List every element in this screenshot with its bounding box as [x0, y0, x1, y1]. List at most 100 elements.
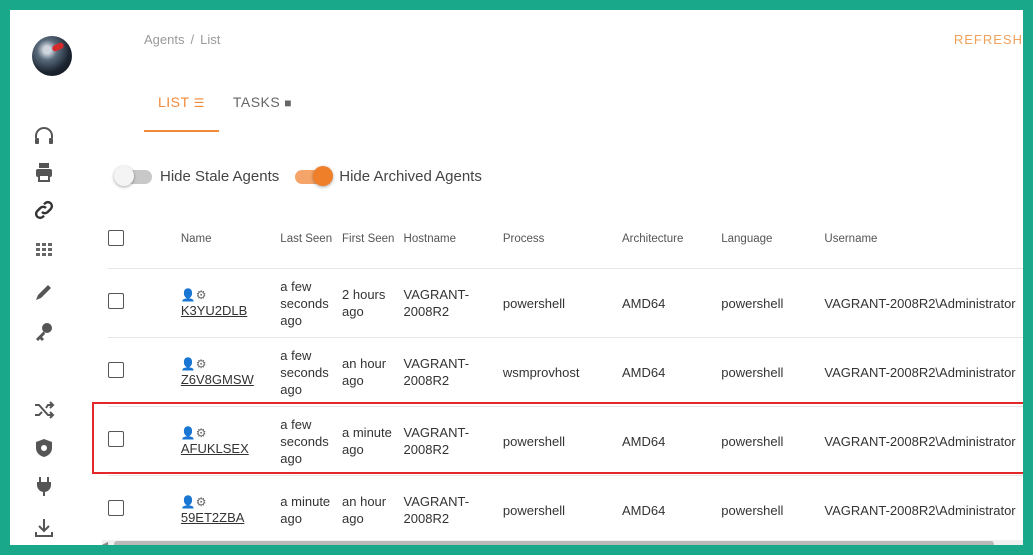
agent-user-icon: 👤⚙ [180, 494, 207, 509]
language-cell: powershell [721, 337, 825, 407]
shield-icon[interactable] [30, 434, 58, 462]
row-checkbox[interactable] [108, 431, 124, 447]
architecture-cell: AMD64 [622, 475, 722, 544]
agent-name-link[interactable]: AFUKLSEX [181, 441, 249, 456]
hide-stale-label: Hide Stale Agents [160, 168, 280, 185]
agent-name-link[interactable]: K3YU2DLB [181, 303, 247, 318]
link-icon[interactable] [30, 196, 58, 224]
agent-name-cell: 👤⚙ AFUKLSEX [180, 406, 281, 476]
username-cell: VAGRANT-2008R2\Administrator [824, 406, 1023, 476]
key-icon[interactable] [30, 318, 58, 346]
toggle-knob [114, 165, 134, 186]
username-cell: VAGRANT-2008R2\Administrator [824, 337, 1023, 407]
agent-name-cell: 👤⚙ Z6V8GMSW [180, 337, 281, 407]
column-header-language[interactable]: Language [721, 210, 824, 269]
pencil-icon[interactable] [30, 278, 58, 306]
process-cell: powershell [502, 268, 622, 338]
hide-archived-toggle[interactable] [295, 165, 334, 186]
tab-list-label: LIST [158, 94, 190, 110]
language-cell: powershell [721, 475, 825, 544]
first-seen-cell: 2 hours ago [342, 268, 404, 338]
row-checkbox[interactable] [108, 362, 124, 378]
agent-name-link[interactable]: Z6V8GMSW [181, 372, 254, 387]
last-seen-cell: a minute ago [280, 475, 343, 544]
list-icon: ☰ [193, 96, 205, 110]
tab-bar: LIST ☰ TASKS ■ [144, 90, 306, 134]
breadcrumb-agents[interactable]: Agents [144, 32, 184, 47]
scrollbar-thumb[interactable] [114, 541, 994, 545]
plug-icon[interactable] [30, 472, 58, 500]
row-select-cell [108, 406, 181, 476]
language-cell: powershell [721, 268, 825, 338]
row-select-cell [108, 475, 181, 544]
tab-tasks[interactable]: TASKS ■ [219, 90, 306, 130]
tasks-icon: ■ [284, 96, 292, 110]
column-header-username[interactable]: Username [824, 210, 1023, 269]
tab-list[interactable]: LIST ☰ [144, 90, 219, 132]
process-cell: wsmprovhost [502, 337, 622, 407]
hide-archived-label: Hide Archived Agents [339, 168, 482, 185]
column-header-architecture[interactable]: Architecture [622, 210, 721, 269]
first-seen-cell: an hour ago [342, 475, 404, 544]
architecture-cell: AMD64 [622, 337, 722, 407]
table-header-row: Name Last Seen First Seen Hostname Proce… [108, 210, 1023, 269]
hostname-cell: VAGRANT-2008R2 [403, 337, 503, 407]
last-seen-cell: a few seconds ago [280, 337, 343, 407]
table-row-highlighted[interactable]: 👤⚙ AFUKLSEX a few seconds ago a minute ag… [108, 406, 1023, 476]
refresh-button[interactable]: REFRESH [954, 32, 1023, 47]
column-header-hostname[interactable]: Hostname [404, 210, 503, 269]
table-row[interactable]: 👤⚙ K3YU2DLB a few seconds ago 2 hours ago… [108, 268, 1023, 338]
shuffle-icon[interactable] [30, 396, 58, 424]
agent-user-icon: 👤⚙ [180, 425, 207, 440]
table-row[interactable]: 👤⚙ 59ET2ZBA a minute ago an hour ago VAGR… [108, 475, 1023, 544]
agent-name-link[interactable]: 59ET2ZBA [181, 510, 245, 525]
hostname-cell: VAGRANT-2008R2 [403, 406, 503, 476]
hide-stale-toggle[interactable] [114, 165, 152, 186]
download-icon[interactable] [30, 514, 58, 542]
filter-toggles: Hide Stale Agents Hide Archived Agents [114, 165, 498, 186]
toggle-knob [313, 165, 334, 186]
sidebar [10, 10, 88, 545]
agents-table: Name Last Seen First Seen Hostname Proce… [108, 210, 1023, 544]
column-header-first-seen[interactable]: First Seen [342, 210, 404, 269]
first-seen-cell: an hour ago [342, 337, 404, 407]
last-seen-cell: a few seconds ago [280, 406, 343, 476]
agent-name-cell: 👤⚙ 59ET2ZBA [180, 475, 281, 544]
grid-icon[interactable] [30, 236, 58, 264]
scroll-left-icon[interactable]: ◀ [102, 540, 108, 545]
breadcrumb-list: List [200, 32, 221, 47]
select-all-checkbox[interactable] [108, 229, 124, 246]
username-cell: VAGRANT-2008R2\Administrator [824, 475, 1023, 544]
select-all-cell [108, 210, 181, 269]
process-cell: powershell [502, 406, 622, 476]
architecture-cell: AMD64 [622, 406, 722, 476]
headphones-icon[interactable] [30, 122, 58, 150]
table-row[interactable]: 👤⚙ Z6V8GMSW a few seconds ago an hour ago… [108, 337, 1023, 407]
column-header-name[interactable]: Name [181, 210, 280, 269]
row-select-cell [108, 268, 181, 338]
breadcrumb: Agents / List [144, 32, 220, 47]
agent-user-icon: 👤⚙ [180, 356, 207, 371]
row-checkbox[interactable] [108, 500, 124, 516]
app-window: Agents / List REFRESH LIST ☰ TASKS ■ Hide St… [0, 0, 1033, 555]
hostname-cell: VAGRANT-2008R2 [403, 268, 503, 338]
main-content: Agents / List REFRESH LIST ☰ TASKS ■ Hide St… [88, 10, 1023, 545]
language-cell: powershell [721, 406, 825, 476]
agent-user-icon: 👤⚙ [180, 287, 207, 302]
row-select-cell [108, 337, 181, 407]
row-checkbox[interactable] [108, 293, 124, 309]
breadcrumb-separator: / [190, 32, 195, 47]
horizontal-scrollbar[interactable]: ◀ [102, 540, 1023, 545]
last-seen-cell: a few seconds ago [280, 268, 343, 338]
column-header-process[interactable]: Process [503, 210, 622, 269]
process-cell: powershell [502, 475, 622, 544]
printer-icon[interactable] [30, 158, 58, 186]
username-cell: VAGRANT-2008R2\Administrator [824, 268, 1023, 338]
architecture-cell: AMD64 [622, 268, 722, 338]
tab-tasks-label: TASKS [232, 94, 281, 110]
logo [32, 36, 72, 76]
first-seen-cell: a minute ago [342, 406, 404, 476]
column-header-last-seen[interactable]: Last Seen [280, 210, 342, 269]
hostname-cell: VAGRANT-2008R2 [403, 475, 503, 544]
agent-name-cell: 👤⚙ K3YU2DLB [180, 268, 281, 338]
